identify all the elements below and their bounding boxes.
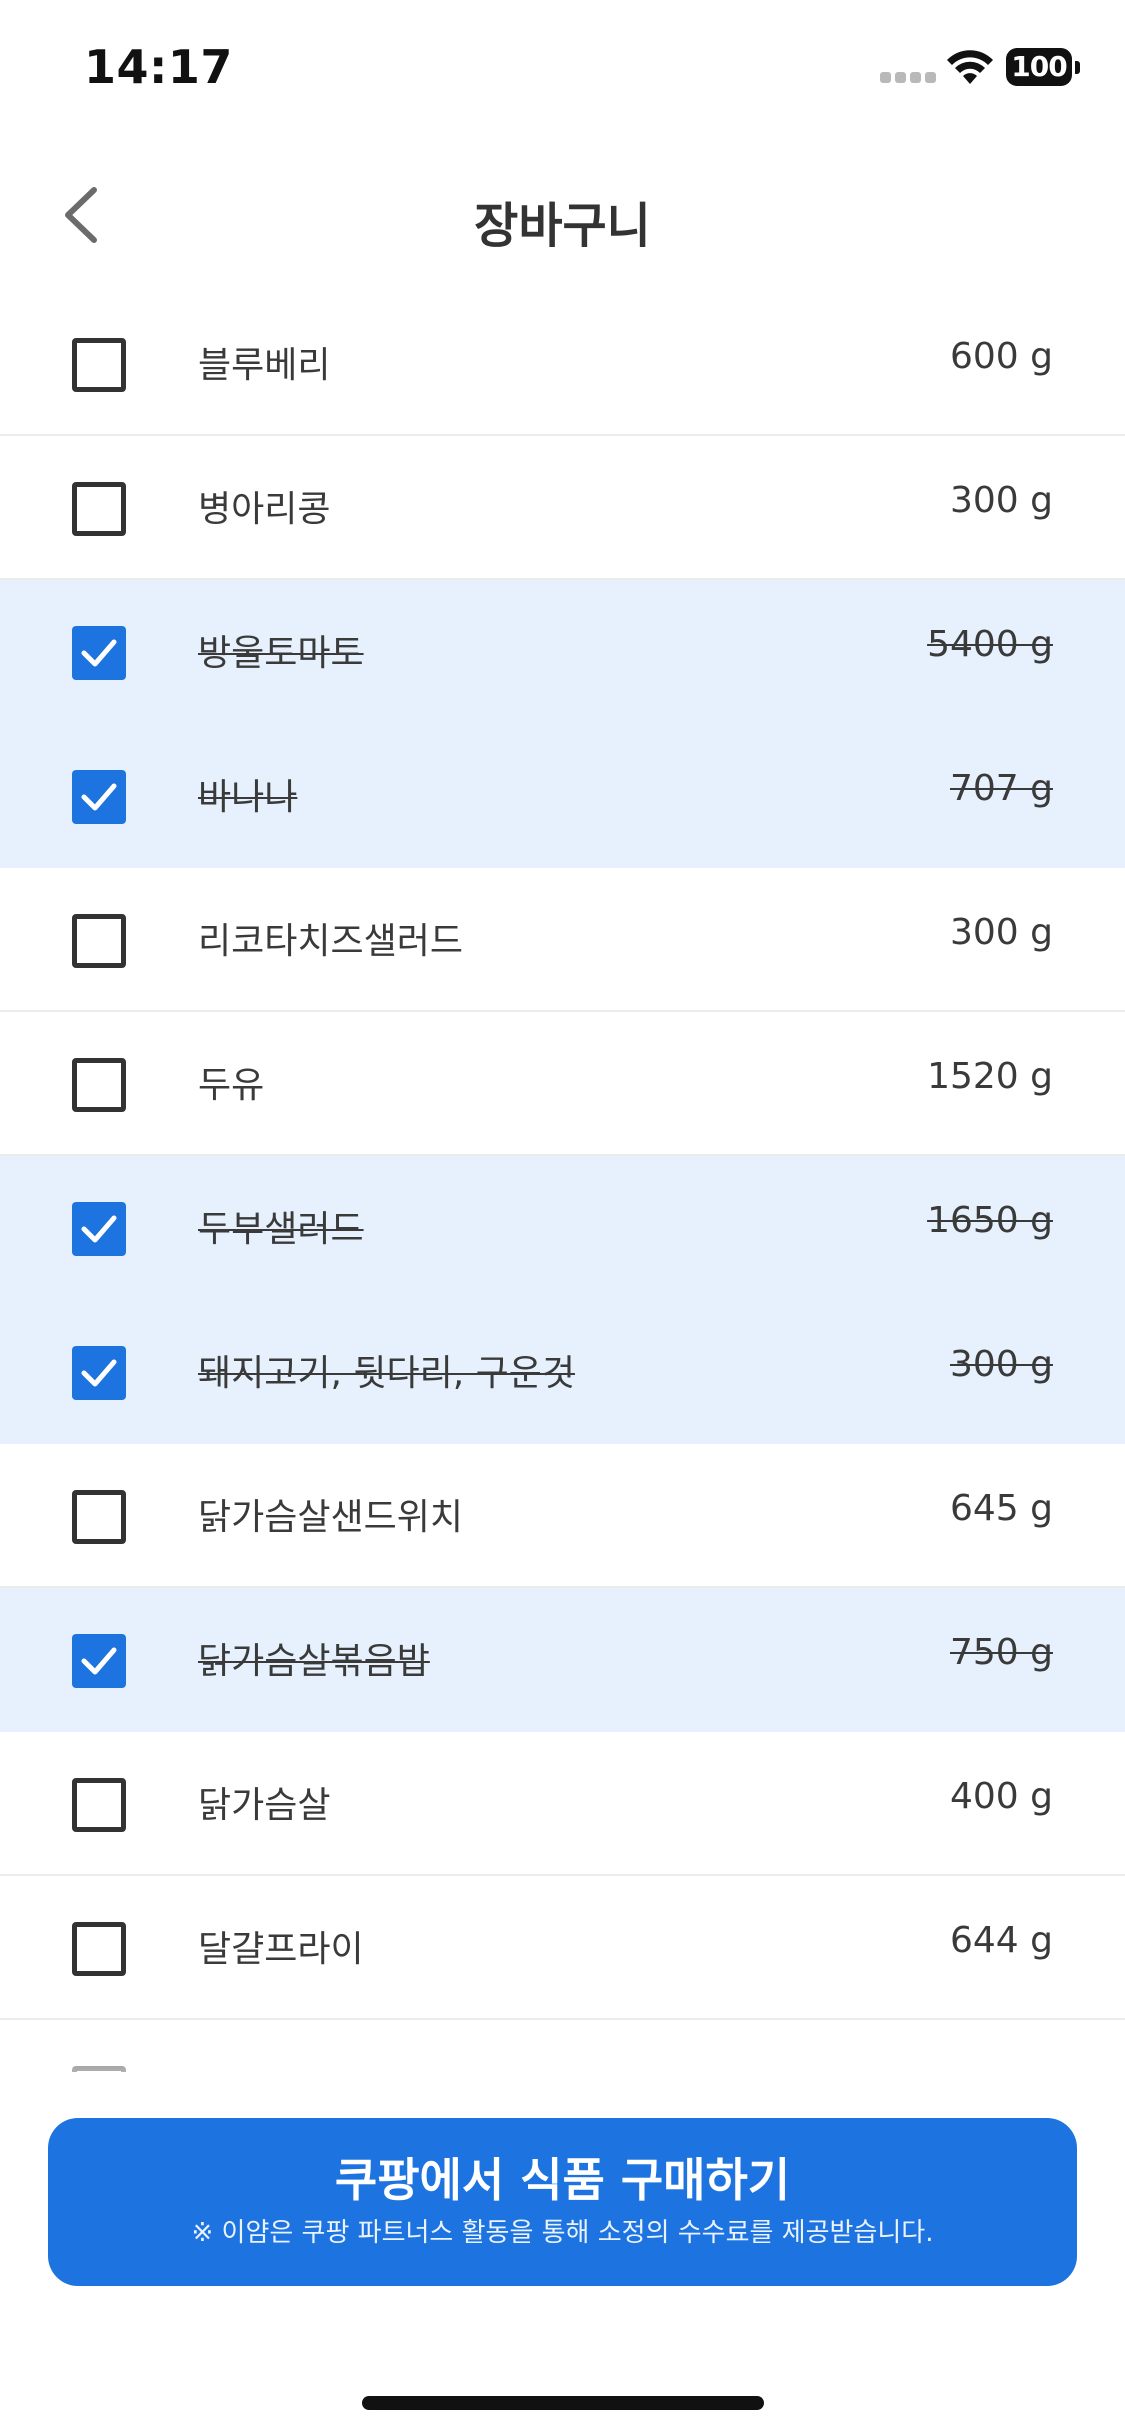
item-name: 바나나 xyxy=(198,777,298,818)
checkbox[interactable] xyxy=(72,1634,126,1688)
item-name: 병아리콩 xyxy=(198,489,331,530)
check-icon xyxy=(81,1359,117,1387)
item-quantity: 645 g xyxy=(949,1488,1053,1529)
nav-header: 장바구니 xyxy=(0,160,1125,270)
list-fade xyxy=(0,2050,1125,2110)
coupang-purchase-button[interactable]: 쿠팡에서 식품 구매하기 ※ 이얌은 쿠팡 파트너스 활동을 통해 소정의 수수… xyxy=(48,2118,1077,2286)
checkbox[interactable] xyxy=(72,1778,126,1832)
item-name: 블루베리 xyxy=(198,345,331,386)
checkbox[interactable] xyxy=(72,1922,126,1976)
status-time: 14:17 xyxy=(84,40,233,94)
check-icon xyxy=(81,639,117,667)
checkbox[interactable] xyxy=(72,1346,126,1400)
list-item[interactable]: 블루베리 600 g xyxy=(0,292,1125,436)
battery-icon: 100 xyxy=(1006,48,1082,88)
item-name: 두유 xyxy=(198,1065,265,1106)
list-item[interactable]: 닭가슴살샌드위치 645 g xyxy=(0,1444,1125,1588)
item-quantity: 300 g xyxy=(949,1344,1053,1385)
item-quantity: 1650 g xyxy=(927,1200,1053,1241)
wifi-icon xyxy=(947,50,993,84)
shopping-list[interactable]: 블루베리 600 g 병아리콩 300 g 방울토마토 5400 g 바나나 707 g 리코타… xyxy=(0,292,1125,2072)
list-item[interactable]: 달걀프라이 644 g xyxy=(0,1876,1125,2020)
item-quantity: 600 g xyxy=(949,336,1053,377)
checkbox[interactable] xyxy=(72,626,126,680)
page-title: 장바구니 xyxy=(474,198,651,254)
checkbox[interactable] xyxy=(72,770,126,824)
item-name: 두부샐러드 xyxy=(198,1209,364,1250)
cta-title: 쿠팡에서 식품 구매하기 xyxy=(334,2153,791,2207)
cta-disclaimer: ※ 이얌은 쿠팡 파트너스 활동을 통해 소정의 수수료를 제공받습니다. xyxy=(191,2218,934,2248)
list-item[interactable]: 방울토마토 5400 g xyxy=(0,580,1125,724)
check-icon xyxy=(81,1647,117,1675)
item-name: 방울토마토 xyxy=(198,633,364,674)
list-item[interactable]: 바나나 707 g xyxy=(0,724,1125,868)
checkbox[interactable] xyxy=(72,1490,126,1544)
status-bar: 14:17 100 xyxy=(0,0,1125,140)
checkbox[interactable] xyxy=(72,914,126,968)
list-item[interactable]: 두유 1520 g xyxy=(0,1012,1125,1156)
list-item[interactable]: 돼지고기, 뒷다리, 구운것 300 g xyxy=(0,1300,1125,1444)
item-name: 닭가슴살 xyxy=(198,1785,331,1826)
check-icon xyxy=(81,1215,117,1243)
item-quantity: 750 g xyxy=(949,1632,1053,1673)
item-name: 닭가슴살볶음밥 xyxy=(198,1641,430,1682)
item-quantity: 5400 g xyxy=(927,624,1053,665)
list-item[interactable]: 닭가슴살볶음밥 750 g xyxy=(0,1588,1125,1732)
item-name: 돼지고기, 뒷다리, 구운것 xyxy=(198,1353,575,1394)
item-name: 리코타치즈샐러드 xyxy=(198,921,463,962)
checkbox[interactable] xyxy=(72,482,126,536)
list-item[interactable]: 닭가슴살 400 g xyxy=(0,1732,1125,1876)
checkbox[interactable] xyxy=(72,1058,126,1112)
check-icon xyxy=(81,783,117,811)
item-quantity: 300 g xyxy=(949,480,1053,521)
battery-level: 100 xyxy=(1006,48,1072,86)
signal-icon xyxy=(880,72,936,86)
item-quantity: 1520 g xyxy=(927,1056,1053,1097)
item-name: 달걀프라이 xyxy=(198,1929,364,1970)
checkbox[interactable] xyxy=(72,338,126,392)
item-quantity: 707 g xyxy=(949,768,1053,809)
list-item[interactable]: 병아리콩 300 g xyxy=(0,436,1125,580)
home-indicator[interactable] xyxy=(362,2396,764,2410)
list-item[interactable]: 두부샐러드 1650 g xyxy=(0,1156,1125,1300)
list-item[interactable]: 리코타치즈샐러드 300 g xyxy=(0,868,1125,1012)
checkbox[interactable] xyxy=(72,1202,126,1256)
item-quantity: 300 g xyxy=(949,912,1053,953)
item-quantity: 644 g xyxy=(949,1920,1053,1961)
item-name: 닭가슴살샌드위치 xyxy=(198,1497,463,1538)
item-quantity: 400 g xyxy=(949,1776,1053,1817)
